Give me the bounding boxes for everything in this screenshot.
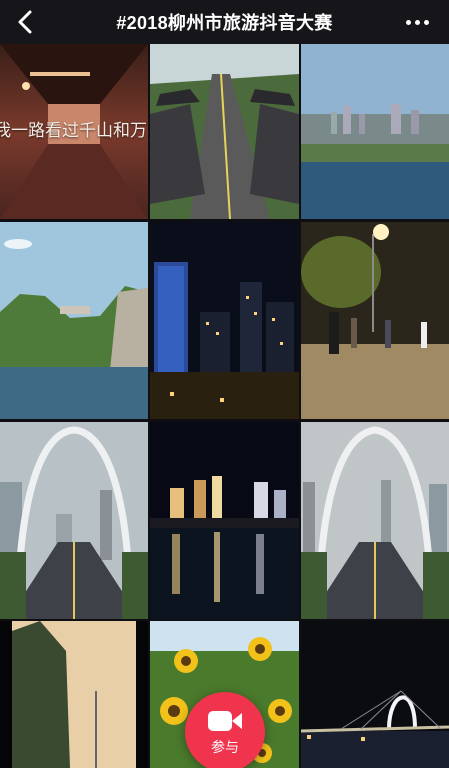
top-bar: #2018柳州市旅游抖音大赛	[0, 0, 449, 44]
video-thumbnail-night-skyscrapers[interactable]	[150, 222, 299, 419]
video-caption: 我一路看过千山和万水	[0, 121, 148, 140]
chevron-left-icon	[18, 10, 32, 34]
video-thumbnail-rock-cliff[interactable]	[0, 621, 148, 768]
video-grid: 我一路看过千山和万水	[0, 44, 449, 768]
more-dots-icon	[405, 19, 411, 25]
more-button[interactable]	[399, 8, 435, 36]
video-thumbnail-arch-bridge-right[interactable]	[301, 422, 449, 619]
join-button-label: 参与	[211, 739, 239, 755]
video-thumbnail-city-lake[interactable]	[301, 44, 449, 219]
video-thumbnail-evening-street-walk[interactable]	[301, 222, 449, 419]
page-title: #2018柳州市旅游抖音大赛	[116, 13, 333, 33]
video-thumbnail-drum-tower-road[interactable]	[150, 44, 299, 219]
video-thumbnail-tunnel[interactable]: 我一路看过千山和万水	[0, 44, 148, 219]
video-camera-icon	[208, 711, 242, 731]
back-button[interactable]	[10, 6, 42, 38]
video-thumbnail-night-river-reflection[interactable]	[150, 422, 299, 619]
join-button[interactable]: 参与	[185, 692, 265, 768]
video-thumbnail-karst-river[interactable]	[0, 222, 148, 419]
video-thumbnail-arch-bridge-left[interactable]	[0, 422, 148, 619]
video-thumbnail-night-bridge[interactable]	[301, 621, 449, 768]
